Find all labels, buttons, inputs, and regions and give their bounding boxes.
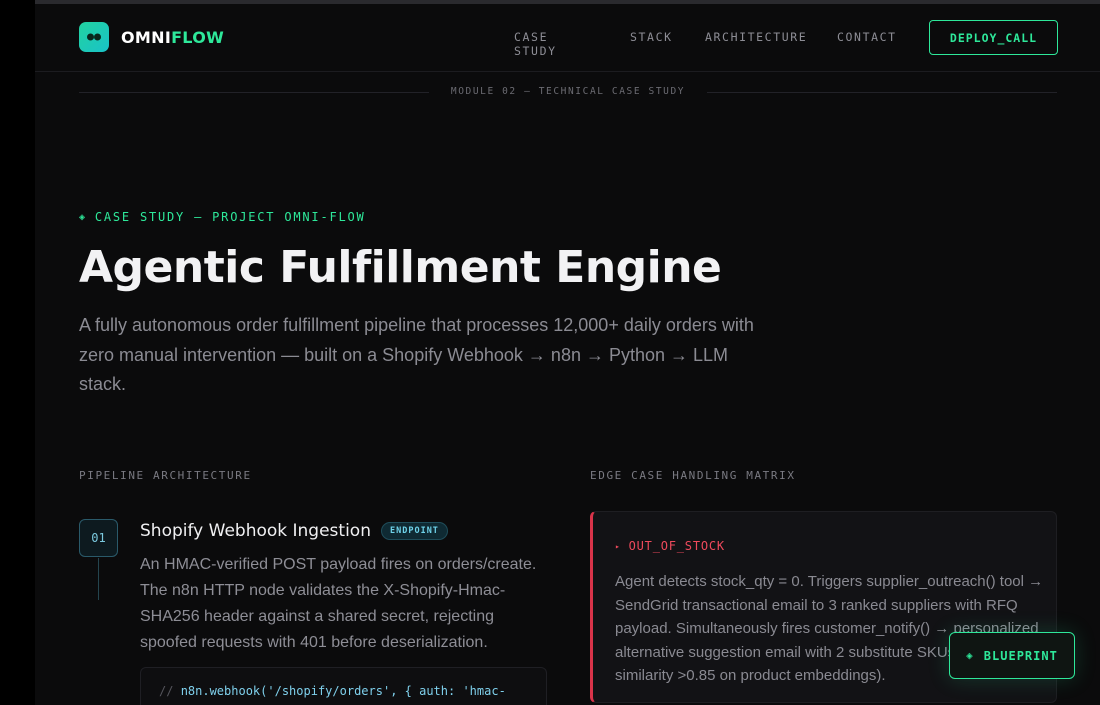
- nav-contact[interactable]: CONTACT: [837, 30, 897, 44]
- step-title: Shopify Webhook Ingestion ENDPOINT: [140, 521, 448, 541]
- pipeline-section-label: PIPELINE ARCHITECTURE: [79, 469, 252, 482]
- nav-case-study[interactable]: CASE STUDY: [514, 30, 557, 58]
- logo-text: OMNIFLOW: [121, 28, 224, 47]
- page-title: Agentic Fulfillment Engine: [79, 242, 722, 293]
- deploy-call-button[interactable]: DEPLOY_CALL: [929, 20, 1058, 55]
- blueprint-button[interactable]: ◈ BLUEPRINT: [949, 632, 1075, 679]
- code-snippet: // n8n.webhook('/shopify/orders', { auth…: [140, 667, 547, 705]
- hero-eyebrow-text: CASE STUDY — PROJECT OMNI-FLOW: [94, 210, 366, 224]
- logo-mark-icon: [79, 22, 109, 52]
- site-header: OMNIFLOW CASE STUDY STACK ARCHITECTURE C…: [35, 4, 1100, 72]
- step-number-badge: 01: [79, 519, 118, 557]
- code-text: n8n.webhook('/shopify/orders', { auth: '…: [180, 684, 506, 698]
- hero-eyebrow: ◈ CASE STUDY — PROJECT OMNI-FLOW: [79, 210, 366, 224]
- logo-text-main: OMNI: [121, 27, 172, 47]
- edge-case-tag: ▸ OUT_OF_STOCK: [615, 539, 725, 553]
- edge-case-tag-text: OUT_OF_STOCK: [628, 539, 725, 553]
- step-connector-line: [98, 558, 99, 600]
- diamond-icon: ◈: [966, 649, 974, 662]
- diamond-icon: ◈: [79, 211, 87, 223]
- code-comment: //: [159, 684, 174, 698]
- hero-subtitle: A fully autonomous order fulfillment pip…: [79, 315, 754, 394]
- blueprint-label: BLUEPRINT: [983, 648, 1058, 663]
- step-type-badge: ENDPOINT: [380, 522, 448, 540]
- module-divider: MODULE 02 — TECHNICAL CASE STUDY: [79, 84, 1057, 100]
- logo-text-accent: FLOW: [171, 27, 225, 47]
- nav-architecture[interactable]: ARCHITECTURE: [705, 30, 807, 44]
- step-title-text: Shopify Webhook Ingestion: [140, 521, 371, 541]
- bullet-icon: ▸: [615, 541, 621, 551]
- step-description: An HMAC-verified POST payload fires on o…: [140, 556, 537, 651]
- divider-line-right: [707, 92, 1057, 93]
- left-rail: [0, 0, 35, 705]
- edge-case-section-label: EDGE CASE HANDLING MATRIX: [590, 469, 796, 482]
- page: OMNIFLOW CASE STUDY STACK ARCHITECTURE C…: [35, 4, 1100, 705]
- logo[interactable]: OMNIFLOW: [79, 22, 224, 52]
- nav-stack[interactable]: STACK: [630, 30, 673, 44]
